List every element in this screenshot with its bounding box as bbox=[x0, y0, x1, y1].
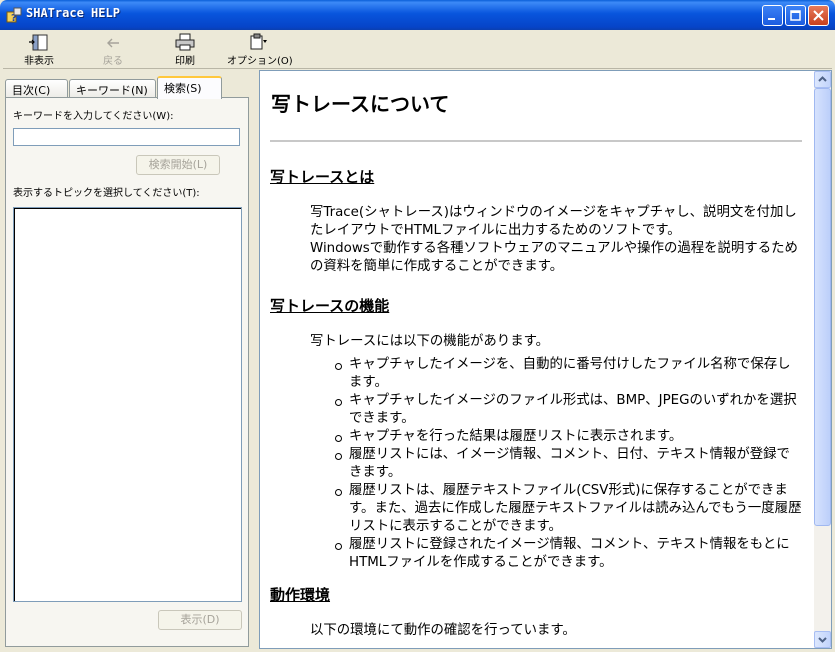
keyword-input[interactable] bbox=[13, 128, 240, 146]
navigation-pane: 目次(C) キーワード(N) 検索(S) キーワードを入力してください(W): … bbox=[3, 70, 253, 649]
options-icon bbox=[227, 32, 289, 52]
section-heading-about: 写トレースとは bbox=[270, 168, 375, 186]
content-pane: 写トレースについて 写トレースとは 写Trace(シャトレース)はウィンドウのイ… bbox=[259, 70, 832, 649]
list-item: キャプチャしたイメージを、自動的に番号付けしたファイル名称で保存します。 bbox=[332, 356, 802, 392]
list-item: キャプチャしたイメージのファイル形式は、BMP、JPEGのいずれかを選択できます… bbox=[332, 392, 802, 428]
back-button[interactable]: 戻る bbox=[97, 32, 129, 68]
chevron-up-icon bbox=[818, 76, 827, 82]
feature-list: キャプチャしたイメージを、自動的に番号付けしたファイル名称で保存します。 キャプ… bbox=[332, 356, 802, 572]
help-app-icon: ? bbox=[6, 7, 22, 24]
hide-panel-icon bbox=[19, 32, 59, 52]
options-button[interactable]: オプション(O) bbox=[227, 32, 293, 68]
list-item: 履歴リストは、履歴テキストファイル(CSV形式)に保存することができます。また、… bbox=[332, 482, 802, 536]
scroll-thumb[interactable] bbox=[814, 88, 831, 526]
environment-intro: 以下の環境にて動作の確認を行っています。 bbox=[310, 623, 576, 638]
back-arrow-icon bbox=[97, 32, 129, 52]
vertical-scrollbar[interactable] bbox=[814, 71, 831, 648]
title-bar[interactable]: ? SHATrace HELP bbox=[0, 0, 835, 30]
print-button[interactable]: 印刷 bbox=[169, 32, 201, 68]
help-document: 写トレースについて 写トレースとは 写Trace(シャトレース)はウィンドウのイ… bbox=[260, 71, 815, 648]
nav-tabs: 目次(C) キーワード(N) 検索(S) bbox=[5, 76, 251, 99]
chevron-down-icon bbox=[818, 637, 827, 643]
list-item: 履歴リストに登録されたイメージ情報、コメント、テキスト情報をもとにHTMLファイ… bbox=[332, 536, 802, 572]
scroll-up-button[interactable] bbox=[814, 71, 831, 88]
close-button[interactable] bbox=[808, 5, 829, 26]
about-paragraph-1: 写Trace(シャトレース)はウィンドウのイメージをキャプチャし、説明文を付加し… bbox=[310, 205, 797, 238]
tab-search[interactable]: 検索(S) bbox=[157, 76, 222, 99]
topic-label: 表示するトピックを選択してください(T): bbox=[13, 188, 200, 199]
section-heading-features: 写トレースの機能 bbox=[270, 297, 390, 315]
page-title: 写トレースについて bbox=[271, 92, 450, 116]
list-item: 履歴リストには、イメージ情報、コメント、日付、テキスト情報が登録できます。 bbox=[332, 446, 802, 482]
pane-splitter[interactable] bbox=[253, 70, 258, 649]
features-intro: 写トレースには以下の機能があります。 bbox=[310, 334, 550, 349]
printer-icon bbox=[169, 32, 201, 52]
topic-list[interactable] bbox=[13, 207, 242, 602]
section-heading-environment: 動作環境 bbox=[270, 586, 331, 604]
about-paragraph-2: Windowsで動作する各種ソフトウェアのマニュアルや操作の過程を説明するための… bbox=[310, 241, 798, 274]
hide-button[interactable]: 非表示 bbox=[19, 32, 59, 68]
minimize-button[interactable] bbox=[762, 5, 783, 26]
search-panel: キーワードを入力してください(W): 検索開始(L) 表示するトピックを選択して… bbox=[5, 97, 249, 647]
scroll-down-button[interactable] bbox=[814, 631, 831, 648]
display-button[interactable]: 表示(D) bbox=[158, 610, 242, 630]
keyword-label: キーワードを入力してください(W): bbox=[13, 111, 174, 122]
list-item: キャプチャを行った結果は履歴リストに表示されます。 bbox=[332, 428, 802, 446]
tab-keyword[interactable]: キーワード(N) bbox=[69, 79, 156, 98]
search-start-button[interactable]: 検索開始(L) bbox=[136, 155, 220, 175]
tab-contents[interactable]: 目次(C) bbox=[5, 79, 68, 98]
title-divider bbox=[270, 140, 802, 142]
maximize-button[interactable] bbox=[785, 5, 806, 26]
toolbar: 非表示 戻る 印刷 オプション(O) bbox=[3, 30, 832, 69]
window-title: SHATrace HELP bbox=[26, 6, 120, 20]
